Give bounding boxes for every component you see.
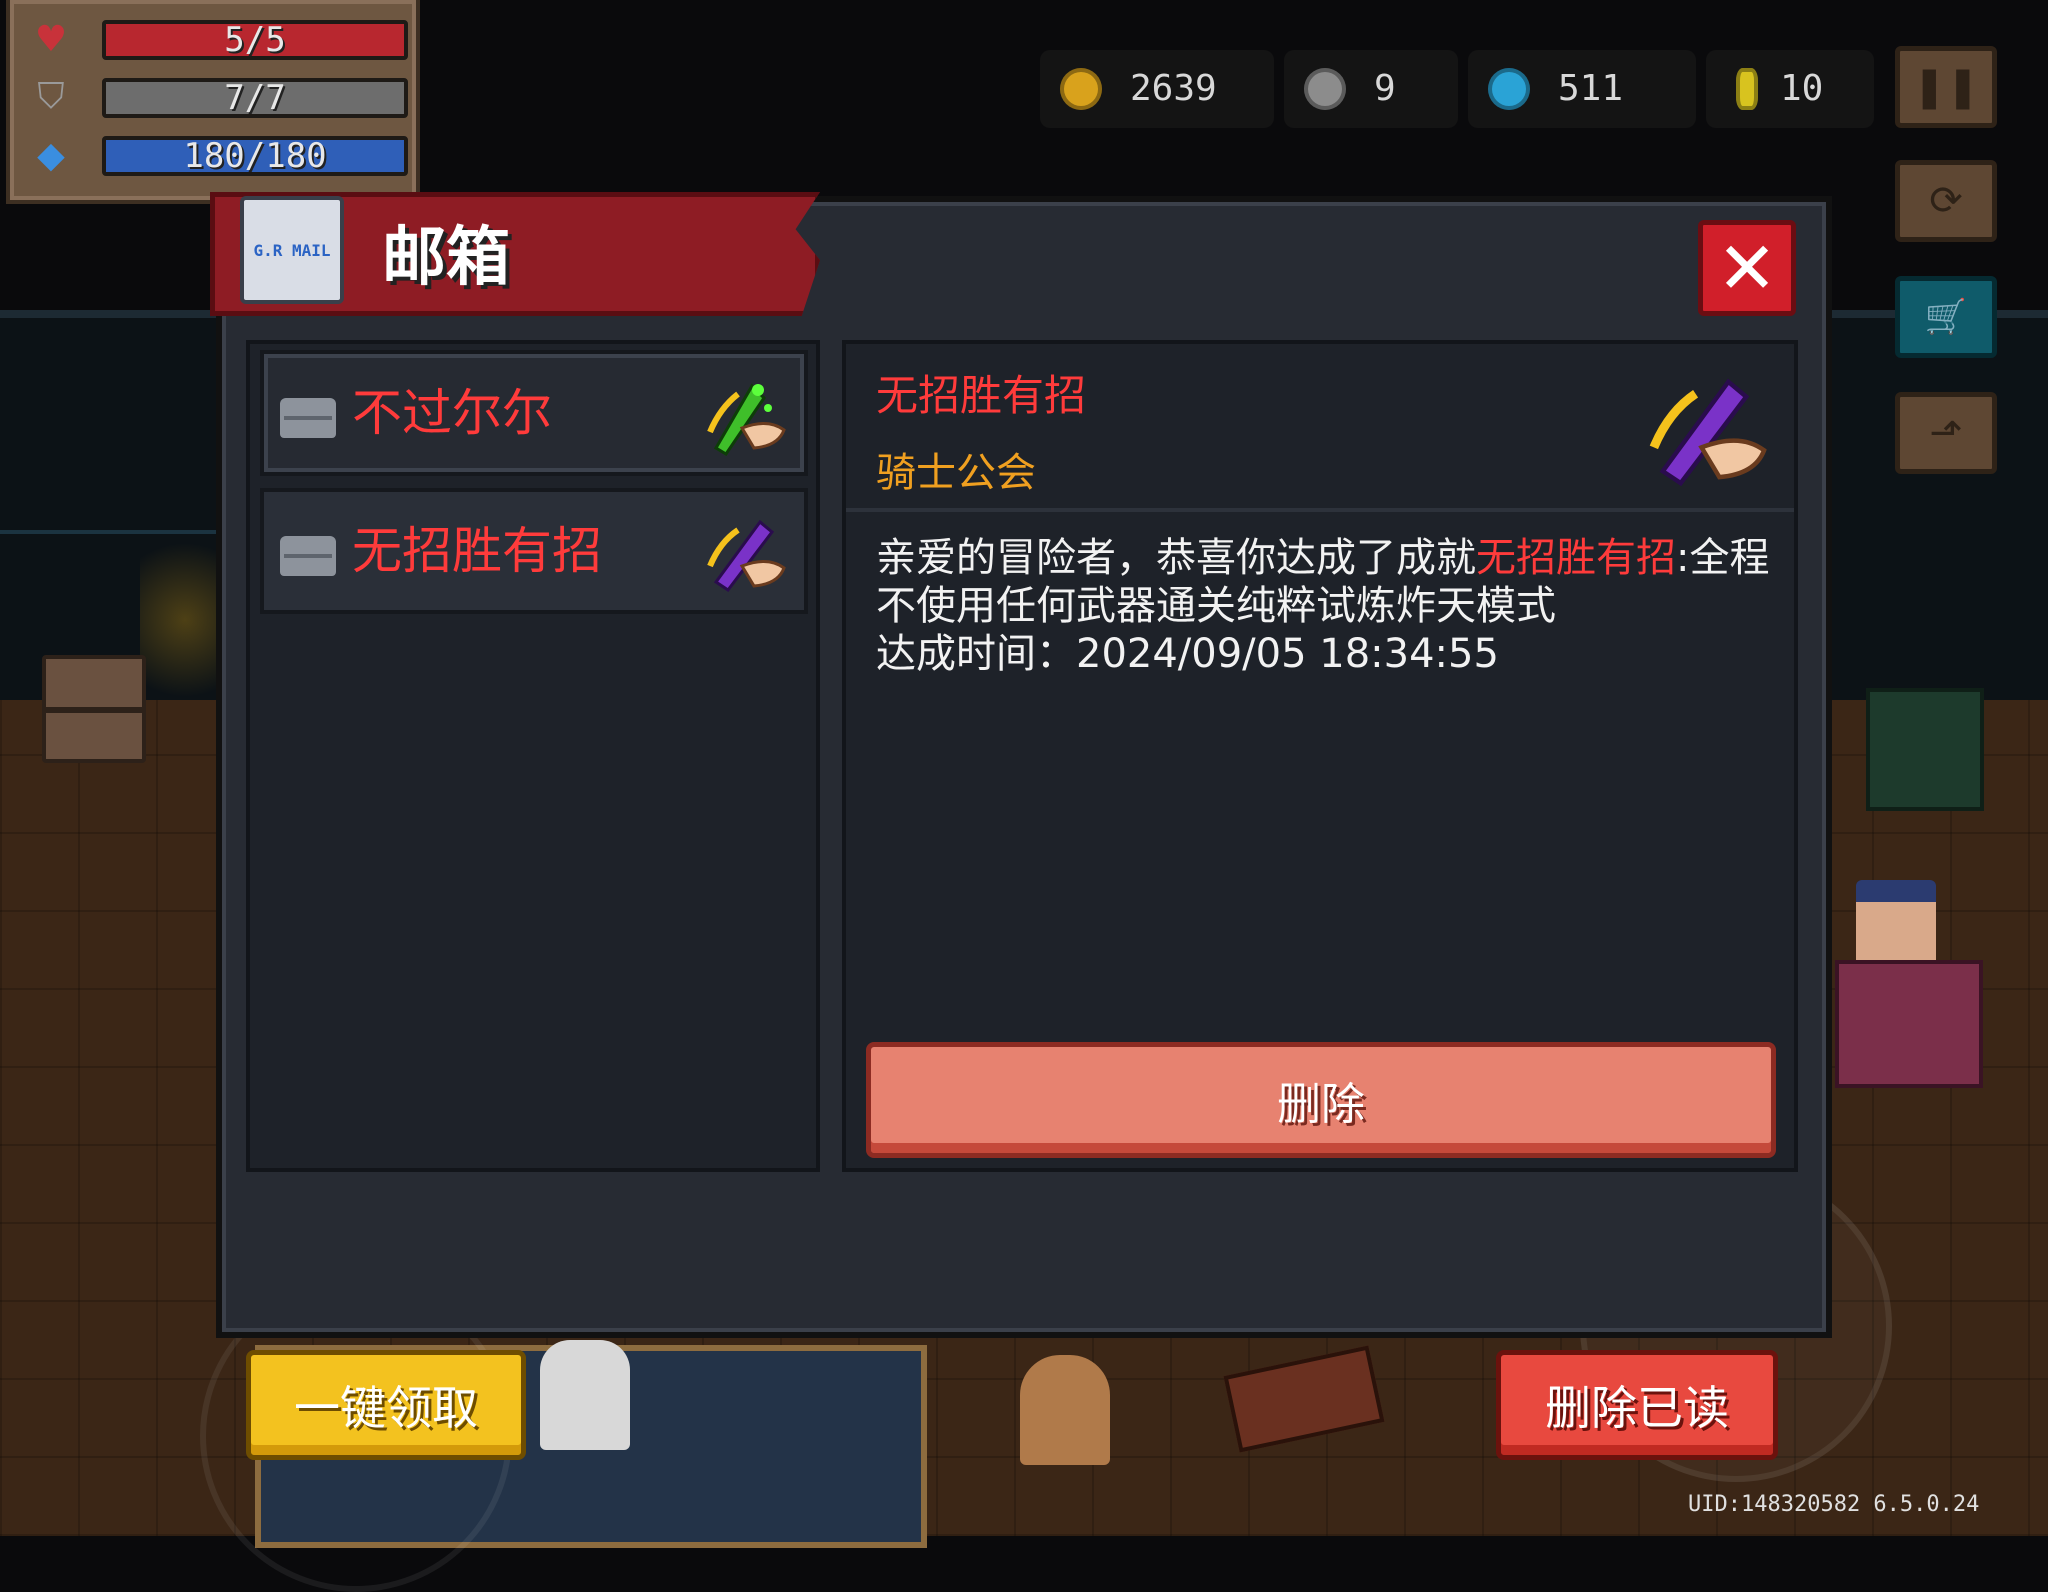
close-icon: ✕: [1716, 226, 1778, 310]
token-counter: 10: [1706, 50, 1874, 128]
cat-girl-character: [1020, 1355, 1110, 1465]
green-cabinet: [1866, 688, 1984, 811]
gem-counter: 511: [1468, 50, 1696, 128]
gold-coin-counter: 2639: [1040, 50, 1274, 128]
shield-icon: ⛉: [37, 76, 65, 117]
armor-bar: 7/7: [102, 78, 408, 118]
achievement-time: 达成时间：2024/09/05 18:34:55: [876, 631, 1499, 677]
exit-button[interactable]: ⬏: [1895, 392, 1997, 474]
envelope-icon: [280, 536, 336, 576]
fish-counter: 9: [1284, 50, 1458, 128]
mail-item-title: 无招胜有招: [352, 522, 602, 580]
purple-blade-hand-icon: [707, 519, 786, 593]
mail-detail-header: 无招胜有招 骑士公会: [846, 344, 1794, 512]
health-row: ♥ 5/5: [24, 14, 408, 64]
energy-value: 180/180: [183, 136, 327, 176]
mail-list-item[interactable]: 无招胜有招: [260, 488, 808, 614]
mailbox-title: 邮箱: [382, 221, 510, 295]
npc-desk: [1835, 960, 1983, 1088]
exit-icon: ⬏: [1929, 410, 1963, 456]
pause-icon: ❚❚: [1912, 64, 1980, 110]
delete-button[interactable]: 删除: [866, 1042, 1776, 1158]
close-button[interactable]: ✕: [1698, 220, 1796, 316]
green-blade-hand-icon: [707, 383, 786, 457]
shop-button[interactable]: 🛒: [1895, 276, 1997, 358]
gem-icon: [1488, 68, 1530, 110]
energy-crystal-icon: ◆: [37, 134, 65, 176]
token-value: 10: [1780, 68, 1824, 109]
armor-value: 7/7: [224, 78, 286, 118]
treasure-chest: [42, 655, 146, 763]
uid-version: UID:148320582 6.5.0.24: [1688, 1492, 1980, 1517]
mail-sender: 骑士公会: [876, 450, 1036, 496]
gold-coin-icon: [1060, 68, 1102, 110]
purple-blade-hand-icon: [1649, 378, 1767, 487]
refresh-icon: ⟳: [1929, 178, 1963, 224]
pause-button[interactable]: ❚❚: [1895, 46, 1997, 128]
achievement-name: 无招胜有招: [1476, 535, 1676, 581]
mail-list: 不过尔尔 无招胜有招: [246, 340, 820, 1172]
cart-icon: 🛒: [1924, 297, 1968, 337]
panda-character: [540, 1340, 630, 1450]
gold-coin-value: 2639: [1130, 68, 1217, 109]
mail-list-item[interactable]: 不过尔尔: [260, 350, 808, 476]
heart-icon: ♥: [34, 18, 68, 60]
health-bar: 5/5: [102, 20, 408, 60]
delete-read-button[interactable]: 删除已读: [1496, 1350, 1778, 1460]
energy-bar: 180/180: [102, 136, 408, 176]
mail-body-text: 亲爱的冒险者，恭喜你达成了成就: [876, 535, 1476, 581]
token-icon: [1736, 68, 1758, 110]
fish-icon: [1304, 68, 1346, 110]
claim-all-button[interactable]: 一键领取: [246, 1350, 526, 1460]
fish-value: 9: [1374, 68, 1396, 109]
switch-character-button[interactable]: ⟳: [1895, 160, 1997, 242]
mail-body: 亲爱的冒险者，恭喜你达成了成就无招胜有招:全程不使用任何武器通关纯粹试炼炸天模式…: [876, 534, 1776, 678]
mail-icon: G.R MAIL: [240, 196, 344, 304]
player-stats-panel: ♥ 5/5 ⛉ 7/7 ◆ 180/180: [6, 0, 420, 204]
mail-detail-title: 无招胜有招: [876, 371, 1087, 420]
gem-value: 511: [1558, 68, 1624, 109]
health-value: 5/5: [224, 20, 286, 60]
armor-row: ⛉ 7/7: [24, 72, 408, 122]
energy-row: ◆ 180/180: [24, 130, 408, 180]
envelope-icon: [280, 398, 336, 438]
mail-item-title: 不过尔尔: [352, 384, 552, 442]
mail-detail-panel: 无招胜有招 骑士公会 亲爱的冒险者，恭喜你达成了成就无招胜有招:全程不使用任何武…: [842, 340, 1798, 1172]
